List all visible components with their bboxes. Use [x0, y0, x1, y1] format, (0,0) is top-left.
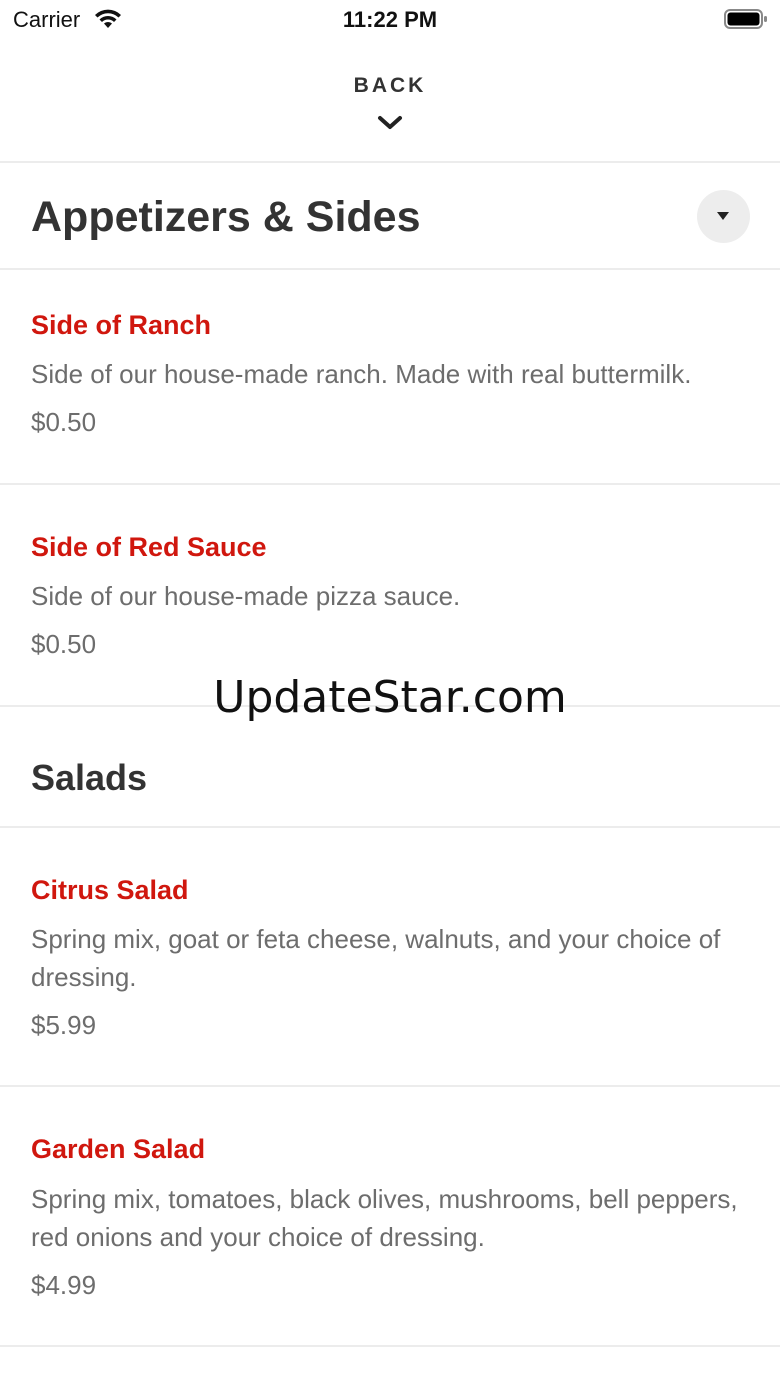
menu-screen: Carrier 11:22 PM BACK Appetizers & Sides… — [0, 0, 780, 1387]
menu-item-price: $0.50 — [31, 407, 97, 437]
menu-item-name: Citrus Salad — [31, 875, 189, 905]
menu-item-name: Garden Salad — [31, 1134, 206, 1164]
back-header: BACK — [0, 60, 780, 163]
section-toggle-button[interactable] — [697, 190, 750, 243]
menu-item[interactable]: Citrus Salad Spring mix, goat or feta ch… — [0, 828, 780, 1087]
battery-icon — [724, 9, 767, 29]
menu-item-description: Spring mix, goat or feta cheese, walnuts… — [31, 924, 721, 992]
section-title: Appetizers & Sides — [31, 193, 421, 241]
menu-item-description: Side of our house-made pizza sauce. — [31, 581, 461, 611]
back-label: BACK — [353, 74, 427, 97]
menu-item-description: Side of our house-made ranch. Made with … — [31, 359, 692, 389]
status-bar: Carrier 11:22 PM — [0, 0, 780, 40]
menu-item-price: $4.99 — [31, 1270, 97, 1300]
menu-item-name: Side of Ranch — [31, 310, 212, 340]
section-header-salads: Salads — [0, 707, 780, 828]
status-time: 11:22 PM — [342, 7, 438, 32]
section-header-appetizers: Appetizers & Sides — [0, 164, 780, 270]
chevron-down-icon — [378, 116, 402, 129]
menu-item-price: $5.99 — [31, 1010, 97, 1040]
menu-item[interactable]: Side of Ranch Side of our house-made ran… — [0, 270, 780, 485]
menu-item[interactable]: Side of Red Sauce Side of our house-made… — [0, 485, 780, 707]
menu-item-price: $0.50 — [31, 629, 97, 659]
menu-item[interactable]: Garden Salad Spring mix, tomatoes, black… — [0, 1087, 780, 1347]
menu-item-description: Spring mix, tomatoes, black olives, mush… — [31, 1184, 738, 1252]
menu-item-name: Side of Red Sauce — [31, 532, 267, 562]
back-button[interactable]: BACK — [290, 74, 490, 144]
caret-down-icon — [717, 212, 729, 220]
section-title: Salads — [31, 757, 148, 798]
